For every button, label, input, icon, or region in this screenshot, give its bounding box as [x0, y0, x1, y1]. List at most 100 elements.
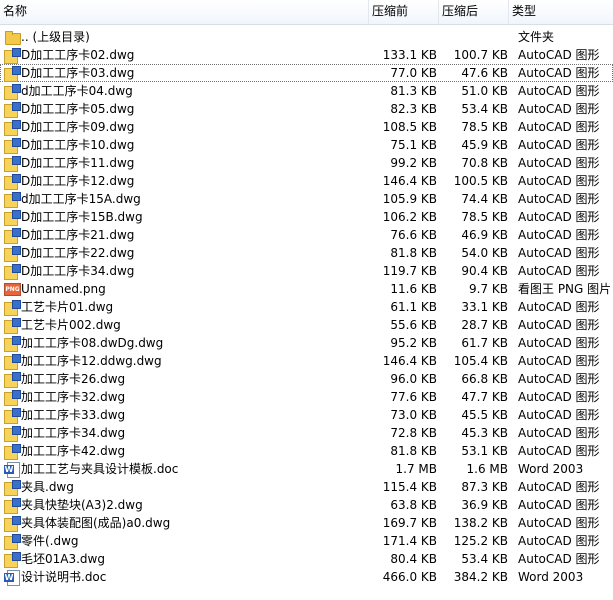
file-name-cell: D加工工序卡21.dwg — [4, 226, 369, 244]
doc-icon — [4, 569, 20, 586]
file-name-cell: D加工工序卡11.dwg — [4, 154, 369, 172]
file-type: AutoCAD 图形 — [518, 552, 600, 566]
file-row[interactable]: D加工工序卡09.dwg 108.5 KB 78.5 KB AutoCAD 图形 — [0, 118, 613, 136]
file-row[interactable]: 工艺卡片002.dwg 55.6 KB 28.7 KB AutoCAD 图形 — [0, 316, 613, 334]
file-row[interactable]: 设计说明书.doc 466.0 KB 384.2 KB Word 2003 — [0, 568, 613, 586]
file-row[interactable]: D加工工序卡02.dwg 133.1 KB 100.7 KB AutoCAD 图形 — [0, 46, 613, 64]
file-row[interactable]: D加工工序卡10.dwg 75.1 KB 45.9 KB AutoCAD 图形 — [0, 136, 613, 154]
file-name-cell: 工艺卡片01.dwg — [4, 298, 369, 316]
png-icon — [4, 281, 21, 297]
file-name-cell: 加工工序卡34.dwg — [4, 424, 369, 442]
size-after: 105.4 KB — [453, 354, 508, 368]
size-after: 61.7 KB — [461, 336, 508, 350]
file-name: D加工工序卡09.dwg — [21, 120, 135, 134]
file-name-cell: 加工工序卡08.dwDg.dwg — [4, 334, 369, 352]
file-name-cell: D加工工序卡34.dwg — [4, 262, 369, 280]
file-type: AutoCAD 图形 — [518, 174, 600, 188]
file-row[interactable]: 加工工序卡42.dwg 81.8 KB 53.1 KB AutoCAD 图形 — [0, 442, 613, 460]
size-before: 146.4 KB — [382, 354, 437, 368]
size-after: 45.9 KB — [461, 138, 508, 152]
file-type: 文件夹 — [518, 30, 555, 44]
file-name: D加工工序卡15B.dwg — [21, 210, 143, 224]
file-name-cell: 夹具.dwg — [4, 478, 369, 496]
file-row[interactable]: 加工工序卡08.dwDg.dwg 95.2 KB 61.7 KB AutoCAD 图形 — [0, 334, 613, 352]
size-before: 55.6 KB — [390, 318, 437, 332]
file-name: 毛坯01A3.dwg — [21, 552, 105, 566]
file-name: 夹具体装配图(成品)a0.dwg — [21, 516, 171, 530]
file-type: AutoCAD 图形 — [518, 408, 600, 422]
file-type: AutoCAD 图形 — [518, 120, 600, 134]
size-before: 105.9 KB — [382, 192, 437, 206]
file-row[interactable]: 加工工序卡34.dwg 72.8 KB 45.3 KB AutoCAD 图形 — [0, 424, 613, 442]
file-row[interactable]: 加工工序卡12.ddwg.dwg 146.4 KB 105.4 KB AutoCAD … — [0, 352, 613, 370]
file-name-cell: D加工工序卡02.dwg — [4, 46, 369, 64]
file-type: AutoCAD 图形 — [518, 264, 600, 278]
file-name-cell: .. (上级目录) — [4, 28, 369, 46]
column-header-before[interactable]: 压缩前 — [368, 0, 438, 24]
file-row[interactable]: D加工工序卡15B.dwg 106.2 KB 78.5 KB AutoCAD 图形 — [0, 208, 613, 226]
file-row[interactable]: 夹具.dwg 115.4 KB 87.3 KB AutoCAD 图形 — [0, 478, 613, 496]
dwg-icon — [4, 353, 21, 370]
file-row[interactable]: 加工工序卡26.dwg 96.0 KB 66.8 KB AutoCAD 图形 — [0, 370, 613, 388]
file-row[interactable]: 零件(.dwg 171.4 KB 125.2 KB AutoCAD 图形 — [0, 532, 613, 550]
size-after: 51.0 KB — [461, 84, 508, 98]
dwg-icon — [4, 371, 21, 388]
file-row[interactable]: d加工工序卡04.dwg 81.3 KB 51.0 KB AutoCAD 图形 — [0, 82, 613, 100]
archive-file-list: 名称 压缩前 压缩后 类型 .. (上级目录) 文件夹 D加工工序卡02.dwg 13… — [0, 0, 613, 600]
dwg-icon — [4, 407, 21, 424]
file-row[interactable]: 加工工艺与夹具设计模板.doc 1.7 MB 1.6 MB Word 2003 — [0, 460, 613, 478]
size-after — [442, 28, 508, 46]
size-after: 125.2 KB — [453, 534, 508, 548]
file-row[interactable]: D加工工序卡12.dwg 146.4 KB 100.5 KB AutoCAD 图形 — [0, 172, 613, 190]
file-type: AutoCAD 图形 — [518, 192, 600, 206]
file-row[interactable]: D加工工序卡22.dwg 81.8 KB 54.0 KB AutoCAD 图形 — [0, 244, 613, 262]
column-header-name[interactable]: 名称 — [0, 0, 367, 24]
file-row[interactable]: 工艺卡片01.dwg 61.1 KB 33.1 KB AutoCAD 图形 — [0, 298, 613, 316]
file-type: AutoCAD 图形 — [518, 228, 600, 242]
column-header-after[interactable]: 压缩后 — [438, 0, 508, 24]
file-row[interactable]: Unnamed.png 11.6 KB 9.7 KB 看图王 PNG 图片 — [0, 280, 613, 298]
file-type: AutoCAD 图形 — [518, 66, 600, 80]
file-row[interactable]: D加工工序卡11.dwg 99.2 KB 70.8 KB AutoCAD 图形 — [0, 154, 613, 172]
size-after: 36.9 KB — [461, 498, 508, 512]
file-row[interactable]: 加工工序卡32.dwg 77.6 KB 47.7 KB AutoCAD 图形 — [0, 388, 613, 406]
file-row[interactable]: 夹具快垫块(A3)2.dwg 63.8 KB 36.9 KB AutoCAD 图形 — [0, 496, 613, 514]
file-name: Unnamed.png — [21, 282, 106, 296]
file-rows: .. (上级目录) 文件夹 D加工工序卡02.dwg 133.1 KB 100.7 KB… — [0, 28, 613, 586]
file-row[interactable]: D加工工序卡34.dwg 119.7 KB 90.4 KB AutoCAD 图形 — [0, 262, 613, 280]
file-name-cell: D加工工序卡22.dwg — [4, 244, 369, 262]
dwg-icon — [4, 119, 21, 136]
file-name: 工艺卡片01.dwg — [21, 300, 114, 314]
file-row[interactable]: D加工工序卡21.dwg 76.6 KB 46.9 KB AutoCAD 图形 — [0, 226, 613, 244]
file-name: D加工工序卡21.dwg — [21, 228, 135, 242]
parent-directory-row[interactable]: .. (上级目录) 文件夹 — [0, 28, 613, 46]
file-name: D加工工序卡11.dwg — [21, 156, 135, 170]
file-row[interactable]: d加工工序卡15A.dwg 105.9 KB 74.4 KB AutoCAD 图形 — [0, 190, 613, 208]
file-name-cell: 加工工序卡32.dwg — [4, 388, 369, 406]
size-after: 28.7 KB — [461, 318, 508, 332]
dwg-icon — [4, 245, 21, 262]
size-after: 74.4 KB — [461, 192, 508, 206]
size-after: 53.4 KB — [461, 552, 508, 566]
size-before: 81.3 KB — [390, 84, 437, 98]
file-row[interactable]: D加工工序卡05.dwg 82.3 KB 53.4 KB AutoCAD 图形 — [0, 100, 613, 118]
doc-icon — [4, 461, 20, 478]
file-row[interactable]: D加工工序卡03.dwg 77.0 KB 47.6 KB AutoCAD 图形 — [0, 64, 613, 82]
file-name: 加工工序卡08.dwDg.dwg — [21, 336, 164, 350]
file-name: D加工工序卡02.dwg — [21, 48, 135, 62]
dwg-icon — [4, 173, 21, 190]
file-name-cell: 加工工序卡12.ddwg.dwg — [4, 352, 369, 370]
column-header-type[interactable]: 类型 — [508, 0, 613, 24]
size-before: 80.4 KB — [390, 552, 437, 566]
file-row[interactable]: 夹具体装配图(成品)a0.dwg 169.7 KB 138.2 KB AutoCAD … — [0, 514, 613, 532]
size-after: 45.5 KB — [461, 408, 508, 422]
size-before: 11.6 KB — [390, 282, 437, 296]
size-after: 70.8 KB — [461, 156, 508, 170]
size-before: 61.1 KB — [390, 300, 437, 314]
file-row[interactable]: 毛坯01A3.dwg 80.4 KB 53.4 KB AutoCAD 图形 — [0, 550, 613, 568]
dwg-icon — [4, 263, 21, 280]
dwg-icon — [4, 497, 21, 514]
file-type: AutoCAD 图形 — [518, 336, 600, 350]
file-row[interactable]: 加工工序卡33.dwg 73.0 KB 45.5 KB AutoCAD 图形 — [0, 406, 613, 424]
file-name: D加工工序卡05.dwg — [21, 102, 135, 116]
